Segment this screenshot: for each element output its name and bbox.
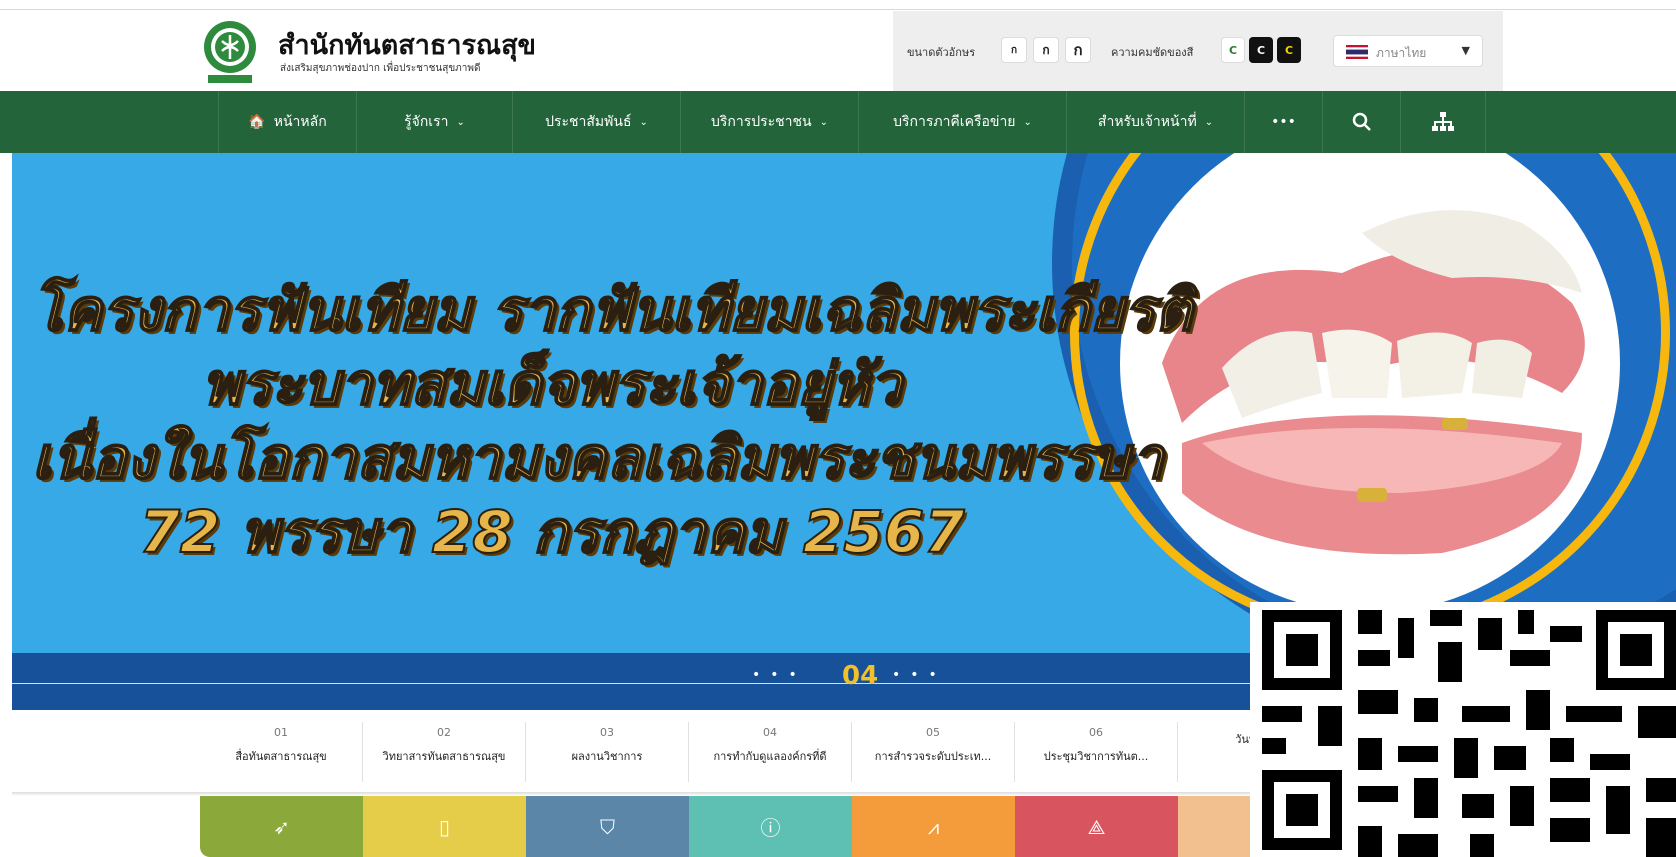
slide-tab-active[interactable]: 04 การทำกับดูแลองค์กรที่ดี [689,722,852,782]
slide-tab[interactable]: 02 วิทยาสารทันตสาธารณสุข [363,722,526,782]
slide-tab[interactable]: 01 สื่อทันตสาธารณสุข [200,722,363,782]
indicator-dots: ••• [892,667,947,683]
thai-flag-icon [1346,45,1368,59]
nav-item-public-service[interactable]: บริการประชาชน ⌄ [680,91,858,153]
document-icon: ▯ [438,814,450,839]
nav-item-network-service[interactable]: บริการภาคีเครือข่าย ⌄ [858,91,1066,153]
language-label: ภาษาไทย [1376,46,1427,60]
chevron-down-icon: ⌄ [639,116,648,128]
quick-link-tile[interactable]: ⓘ [689,796,852,857]
search-icon [1352,112,1371,131]
nav-label: บริการภาคีเครือข่าย [893,114,1016,130]
nav-item-pr[interactable]: ประชาสัมพันธ์ ⌄ [512,91,680,153]
chart-icon: ⩘ [927,814,940,839]
headline-line: พระบาทสมเด็จพระเจ้าอยู่หัว [201,349,903,419]
font-size-large-button[interactable]: ก [1065,37,1091,63]
qr-code-image [1262,610,1676,857]
language-select[interactable]: ภาษาไทย ▼ [1333,35,1483,67]
slide-tab[interactable]: 03 ผลงานวิชาการ [526,722,689,782]
slide-tab-title: การสำรวจระดับประเท... [874,750,992,763]
nav-item-about[interactable]: รู้จักเรา ⌄ [356,91,512,153]
link-icon: ⟁ [1087,814,1106,839]
chevron-down-icon: ⌄ [819,116,828,128]
top-divider [0,0,1676,10]
accessibility-toolbar: ขนาดตัวอักษร ก ก ก ความคมชัดของสี C C C … [893,11,1503,91]
contrast-yellow-button[interactable]: C [1277,37,1301,63]
nav-label: บริการประชาชน [710,114,812,130]
info-icon: ⓘ [760,816,781,840]
home-icon: 🏠 [248,114,266,130]
font-size-label: ขนาดตัวอักษร [907,46,976,59]
quick-link-tile[interactable]: ⩘ [852,796,1015,857]
slide-tab[interactable]: 06 ประชุมวิชาการทันต... [1015,722,1178,782]
quick-link-tile[interactable]: ➶ [200,796,363,857]
slide-tab-number: 04 [763,726,777,739]
headline-line: เนื่องในโอกาสมหามงคลเฉลิมพระชนมพรรษา [31,423,1165,493]
caret-down-icon: ▼ [1461,44,1470,57]
arrow-icon: ➶ [273,814,290,839]
headline-line: 72 พรรษา 28 กรกฎาคม 2567 [139,497,966,567]
nav-item-staff[interactable]: สำหรับเจ้าหน้าที่ ⌄ [1066,91,1244,153]
slide-number: 04 [842,661,879,691]
quick-link-tile[interactable]: ⛉ [526,796,689,857]
quick-link-tile[interactable]: ▯ [363,796,526,857]
nav-label: หน้าหลัก [273,114,327,130]
slide-tab-number: 02 [437,726,451,739]
chevron-down-icon: ⌄ [456,116,465,128]
contrast-normal-button[interactable]: C [1221,37,1245,63]
slide-tab-title: วิทยาสารทันตสาธารณสุข [382,750,506,763]
headline-line: โครงการฟันเทียม รากฟันเทียมเฉลิมพระเกียร… [31,275,1194,345]
denture-image [1162,210,1585,555]
slide-tab-number: 03 [600,726,614,739]
slide-tab-title: ประชุมวิชาการทันต... [1043,750,1149,763]
contrast-label: ความคมชัดของสี [1111,46,1194,59]
quick-link-tile[interactable]: ⟁ [1015,796,1178,857]
more-icon: ••• [1271,114,1296,130]
shield-icon: ⛉ [600,814,615,839]
slide-tab-number: 05 [926,726,940,739]
nav-search-button[interactable] [1322,91,1400,153]
contrast-dark-button[interactable]: C [1249,37,1273,63]
site-subtitle: ส่งเสริมสุขภาพช่องปาก เพื่อประชาชนสุขภาพ… [280,63,481,74]
site-header: สำนักทันตสาธารณสุข ส่งเสริมสุขภาพช่องปาก… [0,11,1676,91]
slide-tab-number: 06 [1089,726,1103,739]
slide-tab[interactable]: 05 การสำรวจระดับประเท... [852,722,1015,782]
slide-tab-number: 01 [274,726,288,739]
nav-sitemap-button[interactable] [1400,91,1486,153]
site-title: สำนักทันตสาธารณสุข [278,30,537,61]
chevron-down-icon: ⌄ [1023,116,1032,128]
logo[interactable] [200,19,260,87]
font-size-small-button[interactable]: ก [1001,37,1027,63]
slide-tab-title: สื่อทันตสาธารณสุข [235,750,327,763]
nav-label: ประชาสัมพันธ์ [545,114,632,130]
page: สำนักทันตสาธารณสุข ส่งเสริมสุขภาพช่องปาก… [0,0,1676,857]
indicator-dots: ••• [752,667,807,683]
slide-tab-title: การทำกับดูแลองค์กรที่ดี [713,750,827,763]
nav-label: สำหรับเจ้าหน้าที่ [1097,114,1197,130]
banner-headline: โครงการฟันเทียม รากฟันเทียมเฉลิมพระเกียร… [31,273,1194,569]
chevron-down-icon: ⌄ [1204,116,1214,128]
font-size-medium-button[interactable]: ก [1033,37,1059,63]
nav-label: รู้จักเรา [404,114,449,130]
nav-more-button[interactable]: ••• [1244,91,1322,153]
slide-tab-title: ผลงานวิชาการ [571,750,643,763]
qr-code [1250,602,1676,857]
main-nav: 🏠 หน้าหลัก รู้จักเรา ⌄ ประชาสัมพันธ์ ⌄ บริ… [0,91,1676,153]
nav-item-home[interactable]: 🏠 หน้าหลัก [218,91,356,153]
sitemap-icon [1432,112,1454,131]
